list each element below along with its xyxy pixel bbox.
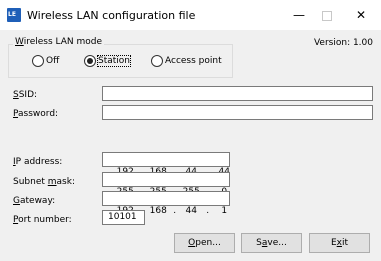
gw-octet-2: 168 [149, 206, 167, 216]
radio-off-indicator[interactable] [32, 55, 44, 67]
radio-station-indicator[interactable] [84, 55, 96, 67]
radio-station-label: Station [97, 55, 131, 67]
port-label: Port number: [13, 215, 72, 225]
title-bar: LE Wireless LAN configuration file — ✕ [0, 0, 381, 30]
subnet-mask-input[interactable]: 255.255.255.0 [102, 172, 230, 197]
radio-access-point-label: Access point [165, 56, 222, 66]
password-label: Password: [13, 109, 59, 119]
radio-access-point[interactable]: Access point [151, 55, 222, 67]
maximize-icon [322, 11, 332, 21]
window-title: Wireless LAN configuration file [27, 9, 196, 22]
minimize-button[interactable]: — [284, 0, 314, 30]
open-button[interactable]: Open... [174, 233, 235, 253]
port-input[interactable]: 10101 [102, 210, 145, 225]
gw-octet-4: 1 [221, 206, 228, 216]
app-icon-text: LE [8, 11, 16, 18]
close-button[interactable]: ✕ [346, 0, 376, 30]
save-button[interactable]: Save... [241, 233, 302, 253]
gateway-input[interactable]: 192.168.44.1 [102, 191, 230, 216]
subnet-mask-label: Subnet mask: [13, 177, 75, 187]
radio-off[interactable]: Off [32, 55, 59, 67]
wireless-mode-group-label: Wireless LAN mode [13, 37, 105, 47]
ssid-label: SSID: [13, 90, 38, 100]
version-label: Version: 1.00 [313, 38, 373, 48]
exit-button[interactable]: Exit [309, 233, 370, 253]
app-icon: LE [7, 8, 21, 22]
ip-address-label: IP address: [13, 157, 63, 167]
ip-address-input[interactable]: 192.168.44.44 [102, 152, 230, 177]
radio-station[interactable]: Station [84, 55, 131, 67]
radio-off-label: Off [46, 56, 60, 66]
password-input[interactable] [102, 105, 373, 120]
radio-access-point-indicator[interactable] [151, 55, 163, 67]
gw-octet-3: 44 [185, 206, 197, 216]
ssid-input[interactable] [102, 86, 373, 101]
gateway-label: Gateway: [13, 196, 56, 206]
